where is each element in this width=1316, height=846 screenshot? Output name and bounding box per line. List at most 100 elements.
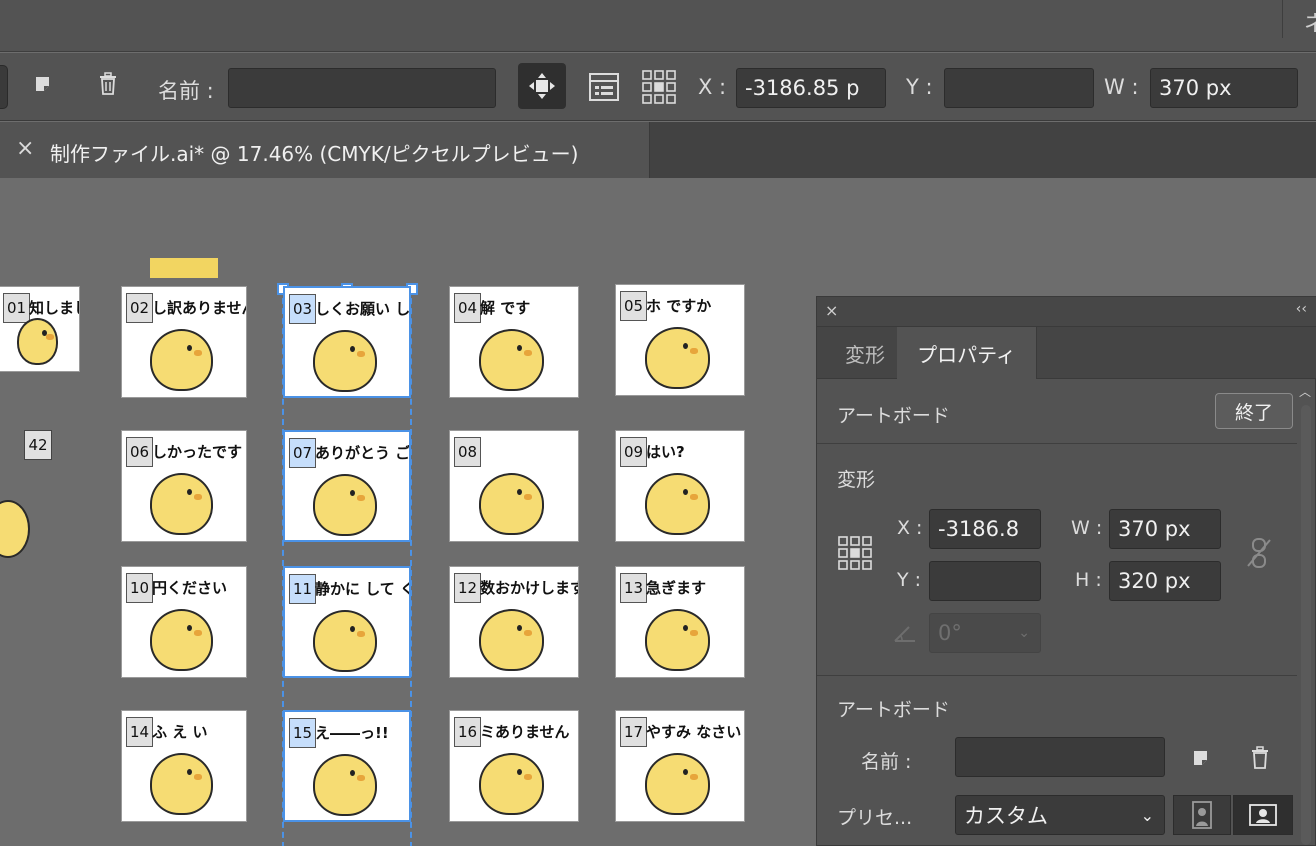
chick-beak (194, 494, 202, 500)
rotate-angle-icon (889, 619, 921, 647)
chick-eye (517, 345, 522, 351)
chevron-down-icon: ⌄ (1140, 805, 1154, 825)
scrollbar-thumb[interactable] (1301, 405, 1311, 845)
sticker-caption: ホ ですか (646, 297, 712, 315)
artboard-05[interactable]: 05 ホ ですか (615, 284, 745, 396)
close-tab-icon[interactable]: × (16, 136, 34, 161)
chick-illustration (150, 329, 213, 391)
chick-beak (194, 774, 202, 780)
chick-beak (524, 630, 532, 636)
artboard-06[interactable]: 06 しかったです (121, 430, 247, 542)
chick-eye (517, 769, 522, 775)
chick-illustration[interactable] (0, 500, 30, 558)
artboard-12[interactable]: 12 数おかけします (449, 566, 579, 678)
document-tab[interactable]: × 制作ファイル.ai* @ 17.46% (CMYK/ピクセルプレビュー) (0, 122, 650, 178)
panel-collapse-icon[interactable]: ‹‹ (1296, 301, 1307, 317)
menu-separator (1282, 0, 1283, 38)
x-position-input[interactable]: -3186.8 (929, 509, 1041, 549)
chick-illustration (313, 474, 377, 536)
artboard-08[interactable]: 08 (449, 430, 579, 542)
control-bar: 名前 : X : -3186.85 p Y : W : 370 px (0, 53, 1316, 121)
artboard-name-input[interactable] (228, 68, 496, 108)
chick-illustration (150, 473, 213, 535)
artboard-options-icon[interactable] (584, 67, 624, 107)
chick-eye (187, 769, 192, 775)
y-position-input[interactable] (929, 561, 1041, 601)
artboard-01[interactable]: 01知しました (0, 286, 80, 372)
chick-illustration (150, 753, 213, 815)
artboard-number: 14 (126, 717, 153, 747)
artboard-09[interactable]: 09 はい? (615, 430, 745, 542)
width-input[interactable]: 370 px (1150, 68, 1298, 108)
name-label: 名前 : (158, 79, 214, 103)
artboard-13[interactable]: 13 急ぎます (615, 566, 745, 678)
artboard-11[interactable]: 11静かに して ください (283, 566, 411, 678)
rotate-input: 0° ⌄ (929, 613, 1041, 653)
tab-transform[interactable]: 変形 (825, 327, 905, 379)
chick-eye (187, 625, 192, 631)
chick-eye (683, 489, 688, 495)
artboard-15[interactable]: 15 え――っ!! (283, 710, 411, 822)
artboard-02[interactable]: 02 し訳ありません (121, 286, 247, 398)
landscape-orientation-icon[interactable] (1233, 795, 1293, 835)
name-label: 名前 : (861, 751, 912, 773)
x-position-input[interactable]: -3186.85 p (736, 68, 886, 108)
artboard-name-input[interactable] (955, 737, 1165, 777)
done-button[interactable]: 終了 (1215, 393, 1293, 429)
panel-header: × ‹‹ (817, 297, 1316, 327)
y-position-input[interactable] (944, 68, 1094, 108)
preset-label: プリセ... (837, 807, 913, 829)
tab-properties[interactable]: プロパティ (897, 327, 1037, 379)
artboard-number: 17 (620, 717, 647, 747)
artboard-07[interactable]: 07ありがとう ございます (283, 430, 411, 542)
rotate-value: 0° (938, 621, 962, 645)
menu-corner-text[interactable]: ネ (1304, 6, 1316, 38)
x-label: X : (698, 75, 727, 99)
section-divider (817, 675, 1297, 676)
artboard-17[interactable]: 17 やすみ なさい (615, 710, 745, 822)
width-input[interactable]: 370 px (1109, 509, 1221, 549)
sticker-caption: やすみ なさい (646, 723, 742, 741)
preset-select[interactable]: カスタム ⌄ (955, 795, 1165, 835)
artboard-number: 06 (126, 437, 153, 467)
new-artboard-icon[interactable] (28, 69, 56, 99)
chick-beak (194, 350, 202, 356)
chick-beak (357, 775, 365, 781)
artboard-04[interactable]: 04 解 です (449, 286, 579, 398)
chevron-up-icon[interactable]: ︿ (1299, 383, 1311, 400)
chick-beak (357, 631, 365, 637)
portrait-orientation-icon[interactable] (1173, 795, 1231, 835)
chick-beak (690, 630, 698, 636)
artboard-number: 07 (289, 438, 316, 468)
reference-point-icon[interactable] (638, 67, 680, 107)
artboard-number: 05 (620, 291, 647, 321)
panel-tabs: 変形 プロパティ (817, 327, 1316, 379)
delete-icon[interactable] (1245, 743, 1275, 773)
delete-icon[interactable] (94, 69, 122, 99)
reference-point-icon[interactable] (835, 533, 875, 573)
artboard-number: 15 (289, 718, 316, 748)
sticker-caption: しくお願い します (315, 300, 411, 318)
constrain-proportions-icon[interactable] (1237, 533, 1281, 573)
chick-eye (187, 489, 192, 495)
chick-eye (187, 345, 192, 351)
sticker-caption: しかったです (152, 443, 243, 461)
artboard-03[interactable]: 03しくお願い します (283, 286, 411, 398)
move-artwork-icon[interactable] (518, 63, 566, 109)
new-artboard-icon[interactable] (1185, 743, 1215, 773)
preset-value: カスタム (964, 804, 1048, 828)
chick-beak (524, 350, 532, 356)
chick-illustration (645, 327, 710, 389)
yellow-shape[interactable] (150, 258, 218, 278)
chick-illustration (17, 318, 58, 365)
height-input[interactable]: 320 px (1109, 561, 1221, 601)
artboard-14[interactable]: 14 ふ え い (121, 710, 247, 822)
panel-scrollbar[interactable]: ︿ (1297, 383, 1315, 845)
artboard-10[interactable]: 10 円ください (121, 566, 247, 678)
artboard-number: 16 (454, 717, 481, 747)
panel-close-icon[interactable]: × (825, 301, 838, 320)
control-bar-grip[interactable] (0, 65, 8, 109)
chick-beak (524, 494, 532, 500)
chick-beak (690, 348, 698, 354)
artboard-16[interactable]: 16 ミありません (449, 710, 579, 822)
